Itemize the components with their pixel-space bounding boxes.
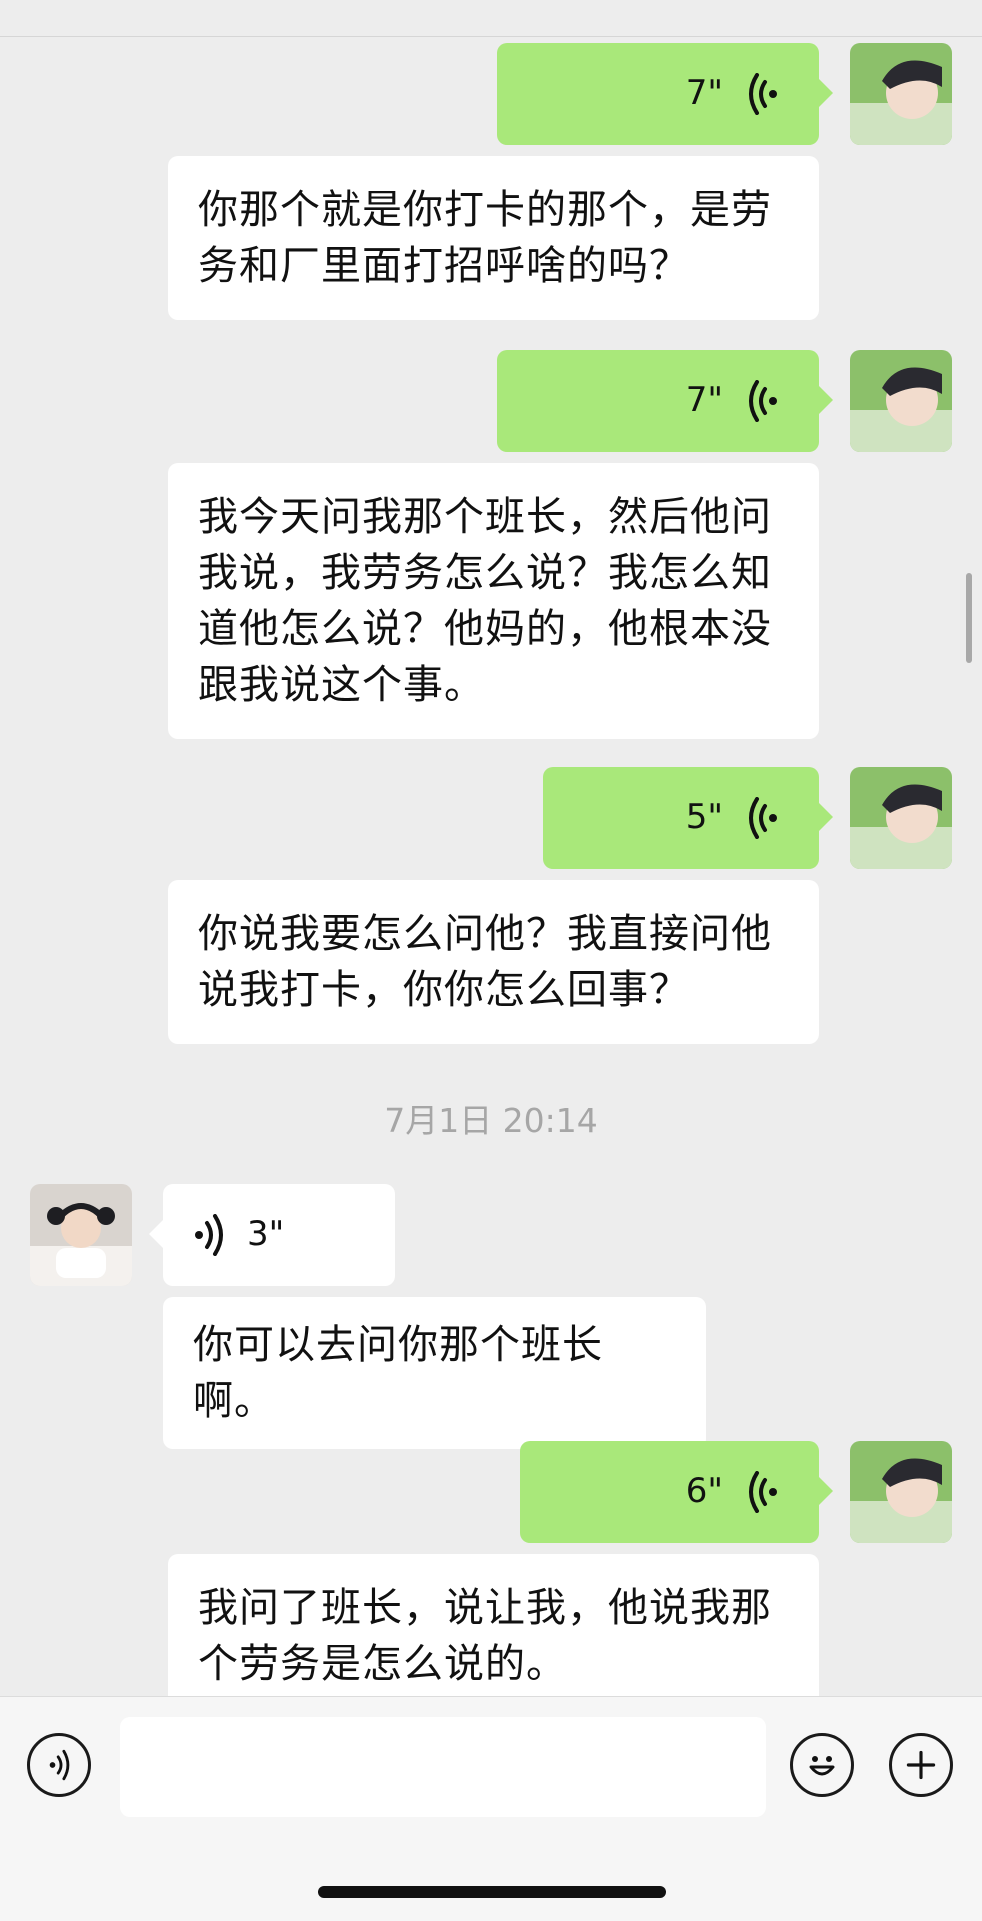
voice-duration: 5" [685, 797, 723, 837]
chat-scrollbar[interactable] [966, 573, 972, 663]
emoji-button[interactable] [790, 1733, 854, 1797]
voice-mode-button[interactable] [27, 1733, 91, 1797]
voice-mode-icon [49, 1749, 70, 1781]
voice-transcript: 你可以去问你那个班长啊。 [163, 1297, 706, 1449]
voice-duration: 7" [685, 73, 723, 113]
voice-wave-icon [749, 1471, 777, 1513]
contact-avatar[interactable] [30, 1184, 132, 1286]
emoji-icon [809, 1756, 835, 1776]
voice-message-bubble[interactable]: 6" [520, 1441, 833, 1543]
voice-duration: 3" [247, 1214, 285, 1254]
voice-wave-icon [749, 73, 777, 115]
voice-duration: 7" [685, 380, 723, 420]
message-input[interactable] [120, 1717, 766, 1817]
my-avatar[interactable] [850, 1441, 952, 1543]
voice-wave-icon [749, 797, 777, 839]
voice-transcript: 我今天问我那个班长，然后他问我说，我劳务怎么说？我怎么知道他怎么说？他妈的，他根… [168, 463, 819, 739]
my-avatar[interactable] [850, 767, 952, 869]
voice-wave-icon [749, 380, 777, 422]
my-avatar[interactable] [850, 350, 952, 452]
my-avatar[interactable] [850, 43, 952, 145]
voice-message-bubble[interactable]: 3" [149, 1184, 395, 1286]
voice-wave-icon [195, 1214, 223, 1256]
more-button[interactable] [889, 1733, 953, 1797]
voice-message-bubble[interactable]: 7" [497, 350, 833, 452]
voice-duration: 6" [685, 1471, 723, 1511]
home-indicator[interactable] [318, 1886, 666, 1898]
message-timestamp: 7月1日 20:14 [384, 1101, 598, 1140]
voice-transcript: 你说我要怎么问他？我直接问他说我打卡，你你怎么回事？ [168, 880, 819, 1044]
chat-area[interactable]: 7" 你那个就是你打卡的那个，是劳务和厂里面打招呼啥的吗？ 7" 我今天问我那个… [0, 0, 982, 1696]
voice-message-bubble[interactable]: 5" [543, 767, 833, 869]
voice-message-bubble[interactable]: 7" [497, 43, 833, 145]
plus-icon [906, 1750, 936, 1780]
voice-transcript: 你那个就是你打卡的那个，是劳务和厂里面打招呼啥的吗？ [168, 156, 819, 320]
voice-transcript: 我问了班长，说让我，他说我那个劳务是怎么说的。 [168, 1554, 819, 1696]
